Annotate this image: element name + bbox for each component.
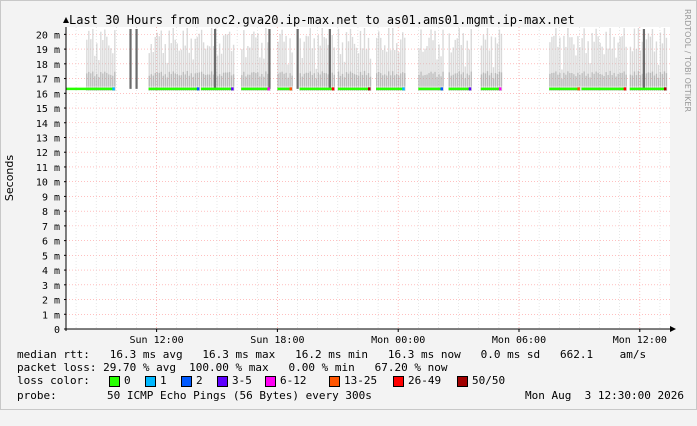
y-tick-label: 5 m xyxy=(42,251,60,262)
x-tick-label: Mon 00:00 xyxy=(371,335,425,346)
y-tick-label: 19 m xyxy=(36,45,60,56)
y-tick-label: 2 m xyxy=(42,296,60,307)
loss-marker xyxy=(112,87,115,91)
loss-swatch xyxy=(265,376,276,387)
x-tick-label: Sun 18:00 xyxy=(250,335,304,346)
loss-swatch xyxy=(217,376,228,387)
loss-swatch xyxy=(181,376,192,387)
loss-marker xyxy=(231,87,234,91)
y-tick-label: 0 xyxy=(54,325,60,336)
loss-swatch-label: 3-5 xyxy=(232,374,252,387)
loss-marker xyxy=(267,87,270,91)
loss-spike xyxy=(213,29,217,89)
loss-swatch xyxy=(393,376,404,387)
y-tick-label: 18 m xyxy=(36,60,60,71)
y-tick-label: 13 m xyxy=(36,133,60,144)
y-tick-label: 3 m xyxy=(42,281,60,292)
loss-spike xyxy=(642,29,646,89)
x-tick-label: Mon 06:00 xyxy=(492,335,546,346)
loss-marker xyxy=(331,87,335,91)
y-tick-label: 16 m xyxy=(36,89,60,100)
y-tick-label: 14 m xyxy=(36,119,60,130)
probe-description: 50 ICMP Echo Pings (56 Bytes) every 300s xyxy=(107,389,372,402)
loss-swatch-label: 2 xyxy=(196,374,203,387)
y-tick-label: 4 m xyxy=(42,266,60,277)
y-tick-label: 11 m xyxy=(36,163,60,174)
y-tick-label: 1 m xyxy=(42,310,60,321)
loss-swatch-label: 26-49 xyxy=(408,374,442,387)
loss-swatch-label: 0 xyxy=(124,374,131,387)
loss-spike xyxy=(296,29,299,89)
y-tick-label: 6 m xyxy=(42,237,60,248)
loss-marker xyxy=(663,87,667,91)
probe-label: probe: xyxy=(17,389,57,402)
y-tick-label: 8 m xyxy=(42,207,60,218)
chart-svg: 0 1 m 2 m 3 m 4 m 5 m 6 m 7 m 8 m 9 m 10 m 11 m 12 m… xyxy=(3,9,692,346)
x-axis-arrow xyxy=(670,326,676,332)
y-tick-label: 17 m xyxy=(36,75,60,86)
y-tick-label: 9 m xyxy=(42,192,60,203)
loss-swatch xyxy=(145,376,156,387)
loss-marker xyxy=(577,87,580,91)
smokeping-graph: 01 m2 m3 m4 m5 m6 m7 m8 m9 m 10 m 11 m 12 m… xyxy=(0,0,697,410)
rrdtool-credit: RRDTOOL / TOBI OETIKER xyxy=(683,9,692,112)
median-rtt-stats: median rtt: 16.3 ms avg 16.3 ms max 16.2… xyxy=(17,348,647,361)
loss-marker xyxy=(402,87,405,91)
loss-color-label: loss color: xyxy=(17,374,90,387)
loss-swatch xyxy=(329,376,340,387)
y-tick-label: 20 m xyxy=(36,30,60,41)
loss-marker xyxy=(498,87,502,91)
x-tick-label: Mon 12:00 xyxy=(613,335,667,346)
loss-marker xyxy=(440,87,443,91)
loss-spike xyxy=(268,29,271,89)
loss-marker xyxy=(196,87,200,91)
loss-spike xyxy=(328,29,331,89)
loss-marker xyxy=(289,87,292,91)
graph-timestamp: Mon Aug 3 12:30:00 2026 xyxy=(525,389,684,402)
loss-marker xyxy=(468,87,472,91)
packet-loss-stats: packet loss: 29.70 % avg 100.00 % max 0.… xyxy=(17,361,448,374)
y-tick-label: 15 m xyxy=(36,104,60,115)
y-tick-label: 12 m xyxy=(36,148,60,159)
loss-marker xyxy=(623,87,627,91)
loss-swatch-label: 1 xyxy=(160,374,167,387)
chart-title: Last 30 Hours from noc2.gva20.ip-max.net… xyxy=(69,13,575,27)
y-axis-label: Seconds xyxy=(3,155,16,201)
y-tick-label: 10 m xyxy=(36,178,60,189)
loss-spike xyxy=(135,29,138,89)
x-tick-label: Sun 12:00 xyxy=(130,335,184,346)
loss-swatch-label: 6-12 xyxy=(280,374,307,387)
loss-swatch-label: 13-25 xyxy=(344,374,378,387)
loss-marker xyxy=(368,87,371,91)
loss-swatch xyxy=(457,376,468,387)
y-tick-label: 7 m xyxy=(42,222,60,233)
loss-swatch-label: 50/50 xyxy=(472,374,506,387)
loss-swatch xyxy=(109,376,120,387)
loss-color-legend: loss color: 0 1 2 3-5 6-12 13-25 26-49 50/50 xyxy=(17,374,505,388)
loss-spike xyxy=(129,29,132,89)
